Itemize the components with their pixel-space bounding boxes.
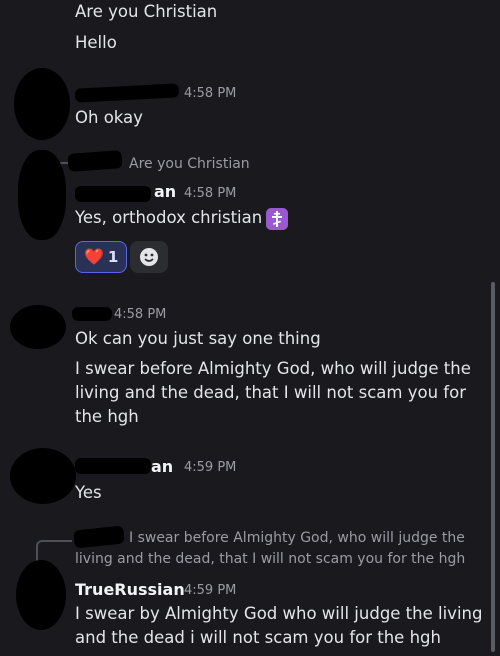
avatar[interactable] [10,305,66,349]
redacted-username [74,83,180,103]
reaction-count: 1 [107,248,119,266]
avatar[interactable] [14,68,70,140]
orthodox-cross-emoji-icon [266,207,289,230]
message-text: I swear by Almighty God who will judge t… [75,604,483,647]
add-reaction-button[interactable] [130,241,168,273]
message-text: Oh okay [75,108,143,127]
heart-emoji-icon: ❤️ [84,247,104,266]
username[interactable]: an [151,457,173,476]
message-text: Yes, orthodox christian [75,206,289,230]
avatar[interactable] [10,448,76,504]
reply-preview[interactable]: Are you Christian [129,156,250,172]
avatar[interactable] [16,560,66,630]
smiley-add-icon [140,248,158,266]
reply-preview-line1[interactable]: I swear before Almighty God, who will ju… [129,530,465,546]
message-text: Are you Christian [75,2,218,21]
message-text: Yes [75,483,102,502]
redacted-reply-username [67,150,123,172]
avatar[interactable] [18,150,66,240]
message-text-content: Yes, orthodox christian [75,208,263,227]
redacted-username [75,458,151,474]
message-timestamp: 4:58 PM [184,186,237,201]
redacted-reply-username [73,525,125,549]
message-timestamp: 4:58 PM [184,86,237,101]
message-text: Hello [75,33,117,52]
redacted-username [75,186,151,202]
message-text: Ok can you just say one thing [75,329,321,348]
message-timestamp: 4:59 PM [184,460,237,475]
username[interactable]: TrueRussian [75,580,185,599]
message-text: I swear before Almighty God, who will ju… [75,359,471,426]
redacted-username [72,307,112,321]
username[interactable]: an [154,182,176,201]
message-timestamp: 4:59 PM [184,583,237,598]
message-timestamp: 4:58 PM [114,307,167,322]
reaction-heart[interactable]: ❤️ 1 [75,241,128,273]
reply-preview-line2[interactable]: living and the dead, that I will not sca… [75,551,465,567]
scrollbar[interactable] [491,282,495,652]
